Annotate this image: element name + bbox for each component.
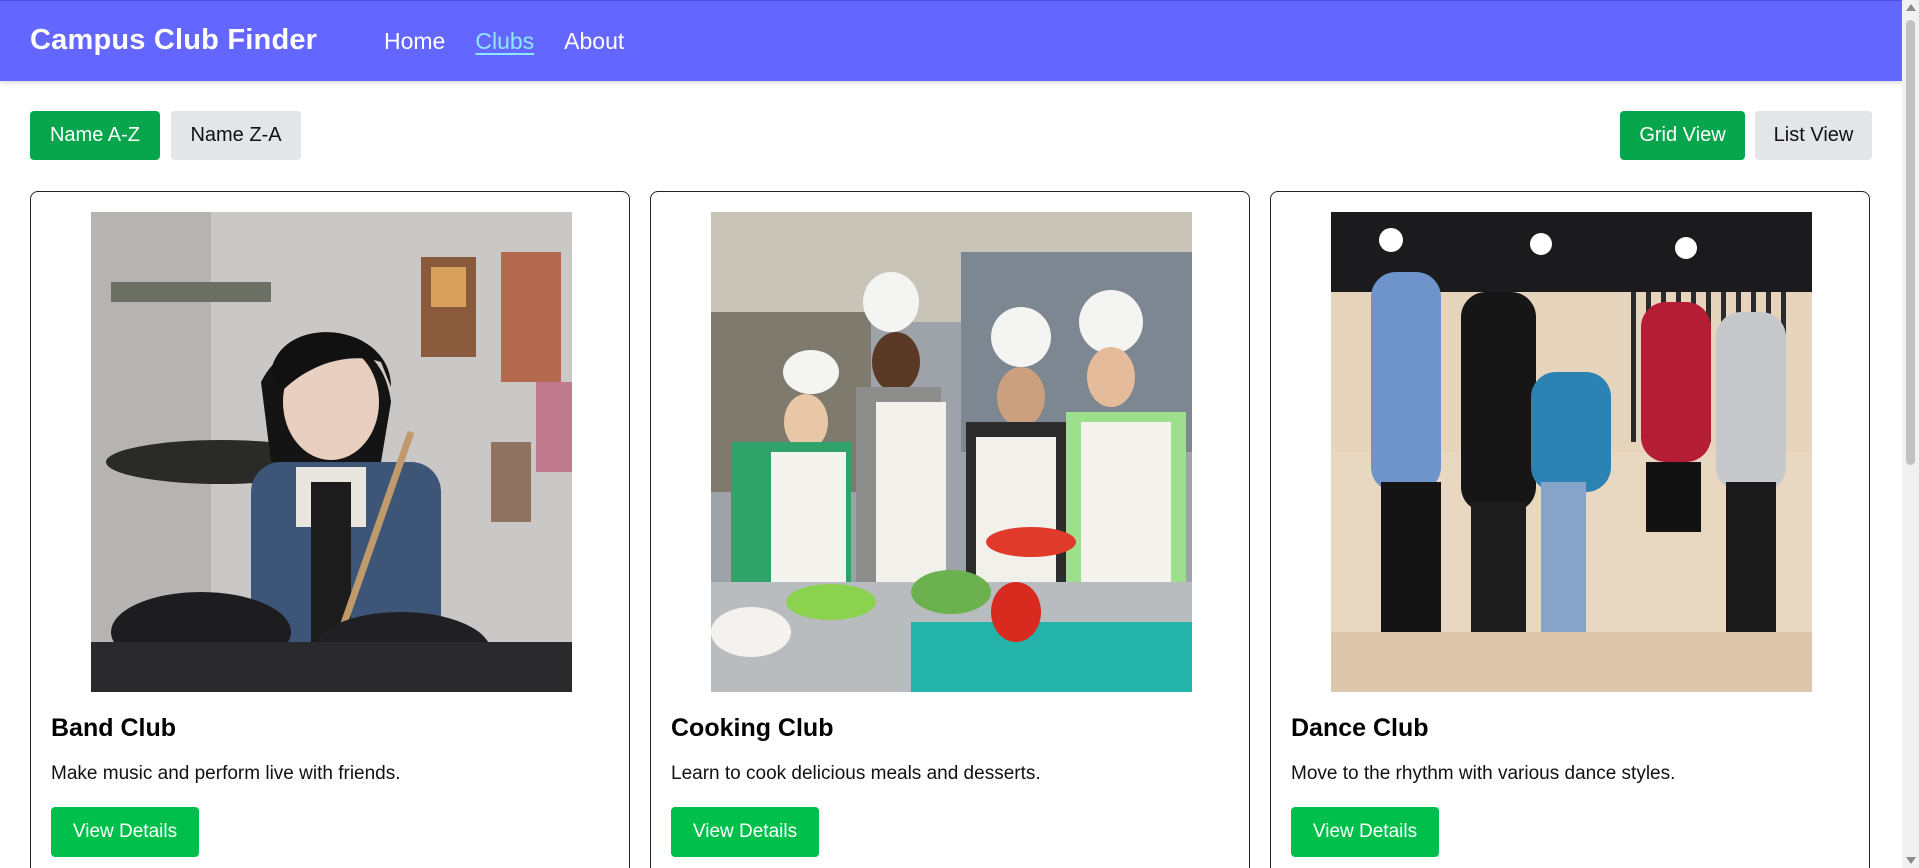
club-title: Band Club <box>51 714 176 742</box>
band-club-image <box>91 212 572 692</box>
nav-link-clubs[interactable]: Clubs <box>475 28 534 55</box>
club-title: Dance Club <box>1291 714 1429 742</box>
sort-name-az-button[interactable]: Name A-Z <box>30 111 160 160</box>
club-card-cooking: Cooking Club Learn to cook delicious mea… <box>650 191 1250 868</box>
top-navbar: Campus Club Finder Home Clubs About <box>0 0 1902 81</box>
club-description: Move to the rhythm with various dance st… <box>1291 763 1676 784</box>
view-details-button[interactable]: View Details <box>1291 807 1439 857</box>
nav-link-home[interactable]: Home <box>384 28 445 55</box>
sort-name-za-button[interactable]: Name Z-A <box>171 111 301 160</box>
cooking-club-image <box>711 212 1192 692</box>
scroll-up-arrow-icon[interactable] <box>1906 4 1916 11</box>
club-description: Learn to cook delicious meals and desser… <box>671 763 1041 784</box>
club-description: Make music and perform live with friends… <box>51 763 401 784</box>
dance-club-image <box>1331 212 1812 692</box>
view-details-button[interactable]: View Details <box>671 807 819 857</box>
nav-link-about[interactable]: About <box>564 28 624 55</box>
brand-title[interactable]: Campus Club Finder <box>30 24 317 57</box>
view-details-button[interactable]: View Details <box>51 807 199 857</box>
vertical-scrollbar[interactable] <box>1902 0 1919 868</box>
club-card-band: Band Club Make music and perform live wi… <box>30 191 630 868</box>
scrollbar-thumb[interactable] <box>1906 20 1915 465</box>
list-view-button[interactable]: List View <box>1755 111 1872 160</box>
grid-view-button[interactable]: Grid View <box>1620 111 1745 160</box>
club-card-dance: Dance Club Move to the rhythm with vario… <box>1270 191 1870 868</box>
scroll-down-arrow-icon[interactable] <box>1906 857 1916 864</box>
nav-links: Home Clubs About <box>384 28 624 55</box>
club-title: Cooking Club <box>671 714 834 742</box>
